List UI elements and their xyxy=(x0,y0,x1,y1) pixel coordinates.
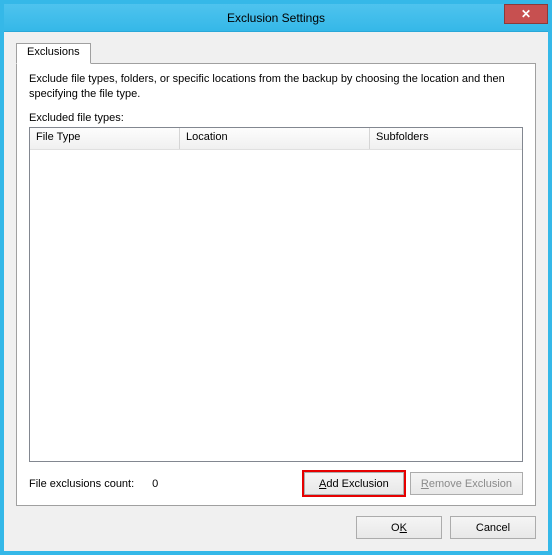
close-button[interactable]: ✕ xyxy=(504,4,548,24)
tab-strip: Exclusions xyxy=(16,42,536,63)
column-subfolders[interactable]: Subfolders xyxy=(370,128,522,149)
table-body[interactable] xyxy=(30,150,522,461)
tab-content: Exclude file types, folders, or specific… xyxy=(16,63,536,506)
exclusions-count-label: File exclusions count: xyxy=(29,478,134,490)
description-text: Exclude file types, folders, or specific… xyxy=(29,72,523,102)
client-area: Exclusions Exclude file types, folders, … xyxy=(4,32,548,551)
exclusions-count-value: 0 xyxy=(152,478,158,490)
excluded-types-label: Excluded file types: xyxy=(29,112,523,124)
add-exclusion-button[interactable]: Add Exclusion xyxy=(304,472,404,495)
table-header: File Type Location Subfolders xyxy=(30,128,522,150)
exclusions-table: File Type Location Subfolders xyxy=(29,127,523,462)
tab-exclusions[interactable]: Exclusions xyxy=(16,43,91,64)
remove-exclusion-button[interactable]: Remove Exclusion xyxy=(410,472,523,495)
exclusion-settings-dialog: Exclusion Settings ✕ Exclusions Exclude … xyxy=(4,4,548,551)
dialog-buttons: OK Cancel xyxy=(16,516,536,539)
titlebar: Exclusion Settings ✕ xyxy=(4,4,548,32)
close-icon: ✕ xyxy=(521,7,531,21)
column-location[interactable]: Location xyxy=(180,128,370,149)
column-file-type[interactable]: File Type xyxy=(30,128,180,149)
cancel-button[interactable]: Cancel xyxy=(450,516,536,539)
window-title: Exclusion Settings xyxy=(227,11,325,25)
ok-button[interactable]: OK xyxy=(356,516,442,539)
bottom-row: File exclusions count: 0 Add Exclusion R… xyxy=(29,472,523,495)
